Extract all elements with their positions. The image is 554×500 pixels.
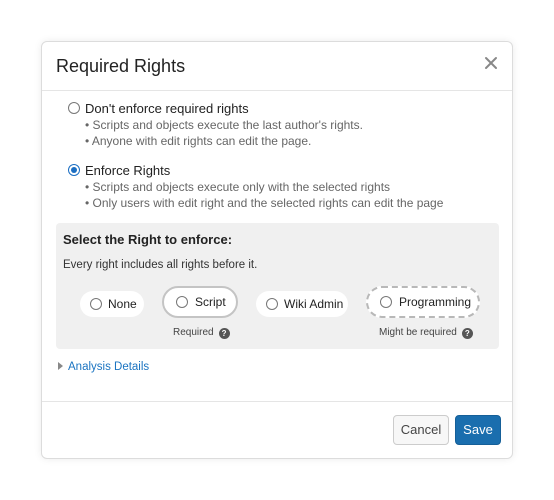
radio-dont-enforce[interactable] xyxy=(68,102,80,114)
programming-note-text: Might be required xyxy=(379,327,457,338)
right-label: Programming xyxy=(399,295,472,309)
radio-script[interactable] xyxy=(176,296,188,308)
programming-note: Might be required? xyxy=(379,327,473,339)
close-icon[interactable] xyxy=(483,55,499,71)
right-label: Wiki Admin xyxy=(284,297,344,311)
right-option-none[interactable]: None xyxy=(80,291,144,317)
option-label: Don't enforce required rights xyxy=(85,101,249,116)
rights-panel: Select the Right to enforce: Every right… xyxy=(56,223,499,349)
dialog-header: Required Rights xyxy=(42,42,512,91)
radio-enforce-rights[interactable] xyxy=(68,164,80,176)
right-label: Script xyxy=(195,295,226,309)
dialog-title: Required Rights xyxy=(56,56,186,76)
radio-wiki-admin[interactable] xyxy=(266,298,278,310)
help-icon[interactable]: ? xyxy=(218,328,230,339)
analysis-details-label: Analysis Details xyxy=(68,361,150,373)
option-bullet: • Only users with edit right and the sel… xyxy=(85,196,444,210)
caret-right-icon xyxy=(58,362,63,370)
analysis-details-toggle[interactable]: Analysis Details xyxy=(58,361,149,373)
option-bullet: • Anyone with edit rights can edit the p… xyxy=(85,134,312,148)
radio-programming[interactable] xyxy=(380,296,392,308)
cancel-button[interactable]: Cancel xyxy=(393,415,449,445)
right-option-programming[interactable]: Programming xyxy=(366,286,480,318)
option-label: Enforce Rights xyxy=(85,163,171,178)
panel-title: Select the Right to enforce: xyxy=(63,232,233,247)
right-option-wiki-admin[interactable]: Wiki Admin xyxy=(256,291,348,317)
save-button[interactable]: Save xyxy=(455,415,501,445)
radio-none[interactable] xyxy=(90,298,102,310)
option-bullet: • Scripts and objects execute the last a… xyxy=(85,118,363,132)
option-bullet: • Scripts and objects execute only with … xyxy=(85,180,391,194)
footer-divider xyxy=(42,401,512,402)
help-icon[interactable]: ? xyxy=(461,328,473,339)
script-note: Required? xyxy=(173,327,230,339)
panel-subtitle: Every right includes all rights before i… xyxy=(63,259,258,271)
required-rights-dialog: Required Rights Don't enforce required r… xyxy=(41,41,513,459)
right-label: None xyxy=(108,297,137,311)
right-option-script[interactable]: Script xyxy=(162,286,238,318)
script-note-text: Required xyxy=(173,327,214,338)
